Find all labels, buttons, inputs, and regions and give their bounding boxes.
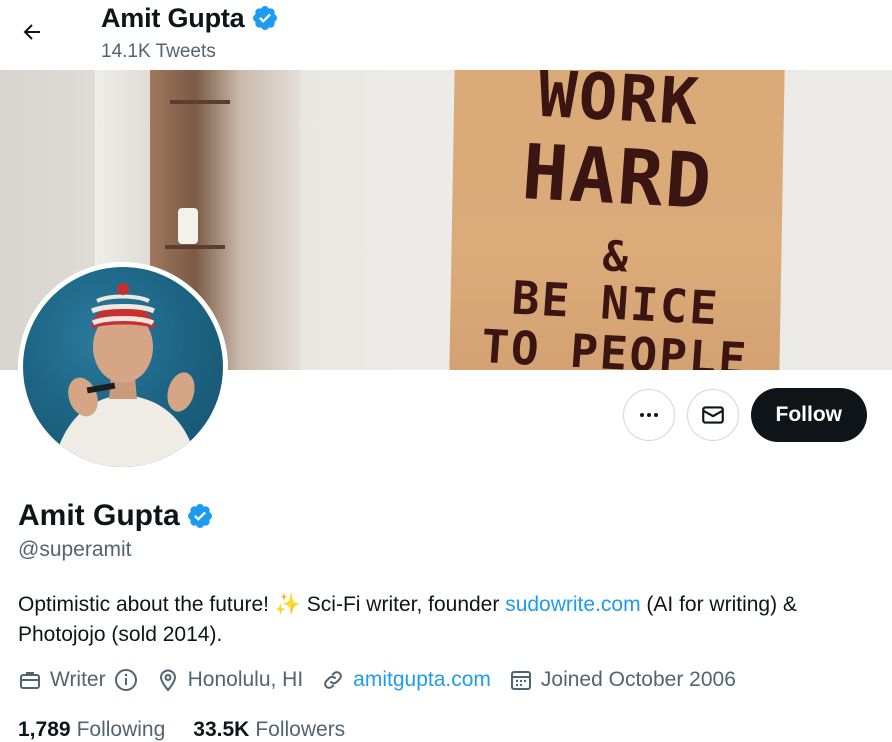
more-button[interactable] xyxy=(622,389,675,441)
banner-shelf xyxy=(165,245,225,249)
envelope-icon xyxy=(701,406,724,424)
joined-date: Joined October 2006 xyxy=(540,668,736,691)
followers-count: 33.5K xyxy=(193,718,250,741)
profile-bio: Optimistic about the future! ✨ Sci-Fi wr… xyxy=(18,590,878,650)
following-link[interactable]: 1,789 Following xyxy=(18,718,165,742)
profile-stats: 1,789 Following 33.5K Followers xyxy=(18,718,373,742)
banner-poster: WORK HARD & BE NICE TO PEOPLE xyxy=(449,70,785,370)
avatar xyxy=(23,267,223,467)
arrow-left-icon xyxy=(23,24,40,40)
profile-name: Amit Gupta xyxy=(18,499,180,532)
avatar-frame[interactable] xyxy=(18,262,228,472)
header-title: Amit Gupta xyxy=(101,0,279,36)
bio-text: Optimistic about the future! xyxy=(18,593,275,616)
briefcase-icon xyxy=(20,672,40,689)
verified-badge-icon[interactable] xyxy=(186,502,214,530)
website-item[interactable]: amitgupta.com xyxy=(321,668,491,692)
profile-handle: @superamit xyxy=(18,538,132,561)
profession: Writer xyxy=(50,668,106,691)
header-name: Amit Gupta xyxy=(101,3,245,33)
follow-button[interactable]: Follow xyxy=(750,388,867,442)
avatar-photo xyxy=(53,283,198,467)
profile-meta: Writer Honolulu, HI amitgupta.com Joined… xyxy=(18,668,754,692)
following-label: Following xyxy=(76,718,166,741)
location: Honolulu, HI xyxy=(187,668,304,691)
more-dots-icon xyxy=(639,413,658,417)
joined-item: Joined October 2006 xyxy=(509,668,736,692)
website-link[interactable]: amitgupta.com xyxy=(353,668,491,692)
banner-shelf xyxy=(170,100,230,104)
profession-item: Writer xyxy=(18,668,138,692)
location-item: Honolulu, HI xyxy=(156,668,304,692)
bio-text: Sci-Fi writer, founder xyxy=(300,593,506,616)
verified-badge-icon xyxy=(251,4,279,32)
followers-label: Followers xyxy=(255,718,346,741)
profile-actions: Follow xyxy=(622,388,867,442)
profile-name-row: Amit Gupta xyxy=(18,496,214,536)
calendar-icon xyxy=(510,671,531,690)
following-count: 1,789 xyxy=(18,718,71,741)
bio-link[interactable]: sudowrite.com xyxy=(505,593,640,616)
message-button[interactable] xyxy=(686,389,739,441)
link-icon xyxy=(324,671,343,689)
tweets-count: 14.1K Tweets xyxy=(101,41,216,62)
info-icon[interactable] xyxy=(114,668,138,692)
banner-bottle xyxy=(178,208,198,244)
location-pin-icon xyxy=(159,669,176,692)
top-bar: Amit Gupta 14.1K Tweets xyxy=(0,0,892,70)
poster-line: HARD xyxy=(519,127,717,226)
followers-link[interactable]: 33.5K Followers xyxy=(193,718,345,742)
sparkles-emoji: ✨ xyxy=(274,593,301,616)
back-button[interactable] xyxy=(12,12,52,52)
